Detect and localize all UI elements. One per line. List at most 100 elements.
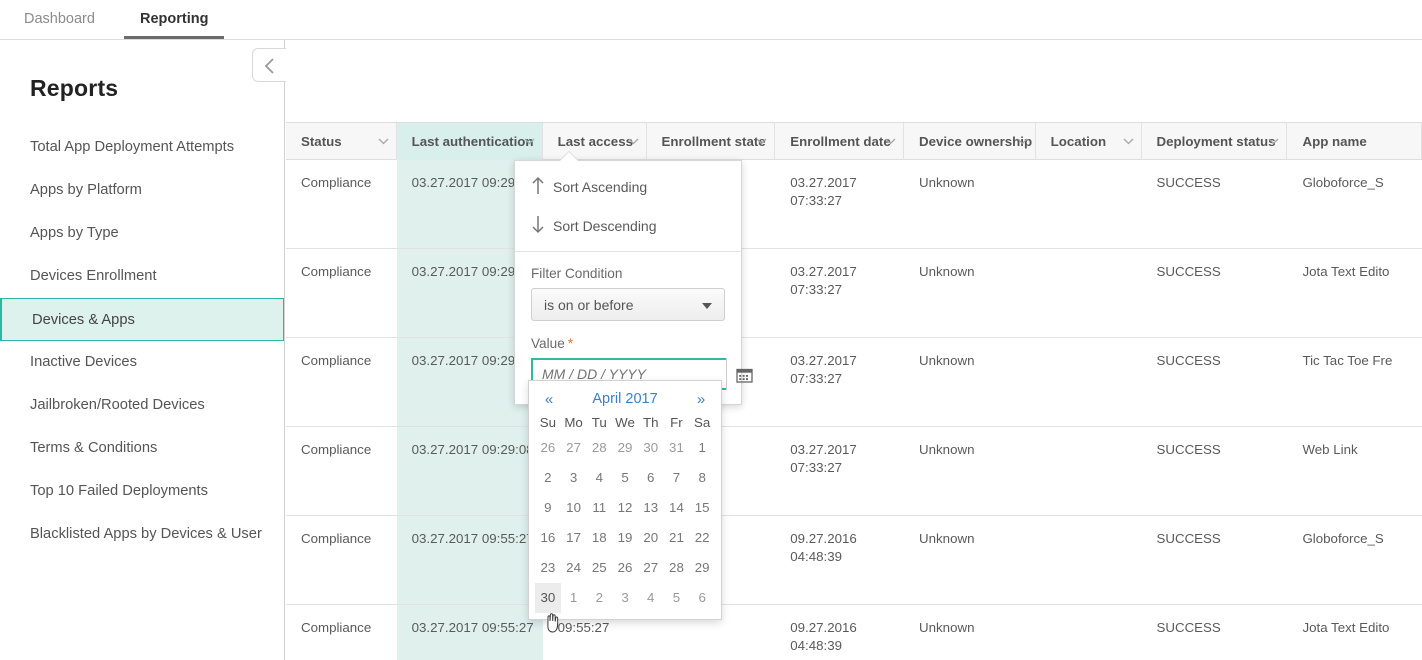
sidebar-item-jailbroken-rooted-devices[interactable]: Jailbroken/Rooted Devices: [0, 384, 284, 427]
column-header-status[interactable]: Status: [286, 123, 397, 160]
day-cell[interactable]: 2: [586, 583, 612, 613]
filter-condition-select[interactable]: is on or before: [531, 288, 725, 321]
day-cell[interactable]: 19: [612, 523, 638, 553]
prev-month-button[interactable]: «: [539, 391, 559, 408]
day-cell[interactable]: 5: [612, 463, 638, 493]
column-header-enrollment-date[interactable]: Enrollment date: [775, 123, 904, 160]
chevron-down-icon[interactable]: [628, 138, 637, 144]
day-cell[interactable]: 16: [535, 523, 561, 553]
sidebar-item-apps-by-platform[interactable]: Apps by Platform: [0, 169, 284, 212]
dow-mo: Mo: [561, 415, 587, 430]
day-cell[interactable]: 18: [586, 523, 612, 553]
cell-deployment-status: SUCCESS: [1142, 338, 1288, 426]
value-label-text: Value: [531, 336, 565, 351]
cell-app-name: Globoforce_S: [1287, 516, 1422, 604]
column-header-last-authentication[interactable]: Last authentication: [397, 123, 543, 160]
sidebar-item-top-10-failed-deployments[interactable]: Top 10 Failed Deployments: [0, 470, 284, 513]
day-cell[interactable]: 15: [689, 493, 715, 523]
day-cell[interactable]: 11: [586, 493, 612, 523]
sidebar-item-total-app-deployment-attempts[interactable]: Total App Deployment Attempts: [0, 126, 284, 169]
sort-descending-label: Sort Descending: [553, 218, 657, 234]
tab-reporting[interactable]: Reporting: [124, 0, 224, 39]
filter-condition-value: is on or before: [544, 297, 634, 313]
chevron-down-icon[interactable]: [1017, 138, 1026, 144]
calendar-toggle-button[interactable]: [726, 358, 727, 390]
day-cell[interactable]: 8: [689, 463, 715, 493]
sidebar-item-apps-by-type[interactable]: Apps by Type: [0, 212, 284, 255]
day-cell-hovered[interactable]: 30: [535, 583, 561, 613]
column-header-label: Status: [301, 134, 342, 149]
table-row[interactable]: Compliance 03.27.2017 09:29:08 03.27.201…: [286, 249, 1422, 338]
day-cell[interactable]: 7: [664, 463, 690, 493]
day-cell[interactable]: 2: [535, 463, 561, 493]
sidebar-item-blacklisted-apps-by-devices-and-user[interactable]: Blacklisted Apps by Devices & User: [0, 513, 284, 556]
day-cell[interactable]: 12: [612, 493, 638, 523]
day-cell[interactable]: 21: [664, 523, 690, 553]
day-cell[interactable]: 28: [586, 433, 612, 463]
day-cell[interactable]: 17: [561, 523, 587, 553]
table-header-row: Status Last authentication Last access: [286, 122, 1422, 160]
sidebar-item-devices-and-apps[interactable]: Devices & Apps: [0, 298, 284, 341]
date-picker-week: 2 3 4 5 6 7 8: [529, 463, 721, 493]
day-cell[interactable]: 26: [612, 553, 638, 583]
day-cell[interactable]: 10: [561, 493, 587, 523]
sidebar-item-terms-and-conditions[interactable]: Terms & Conditions: [0, 427, 284, 470]
sort-ascending-button[interactable]: Sort Ascending: [515, 167, 741, 206]
sidebar-collapse-button[interactable]: [252, 48, 286, 82]
table-row[interactable]: Compliance 03.27.2017 09:55:27 09:55:27 …: [286, 605, 1422, 660]
column-header-last-access[interactable]: Last access: [543, 123, 647, 160]
day-cell[interactable]: 24: [561, 553, 587, 583]
chevron-down-icon[interactable]: [524, 138, 533, 144]
chevron-down-icon[interactable]: [1268, 138, 1277, 144]
sidebar-item-inactive-devices[interactable]: Inactive Devices: [0, 341, 284, 384]
table-row[interactable]: Compliance 03.27.2017 09:55:27 09.27.201…: [286, 516, 1422, 605]
day-cell[interactable]: 26: [535, 433, 561, 463]
day-cell[interactable]: 6: [638, 463, 664, 493]
day-cell[interactable]: 9: [535, 493, 561, 523]
day-cell[interactable]: 3: [561, 463, 587, 493]
column-header-deployment-status[interactable]: Deployment status: [1142, 123, 1288, 160]
day-cell[interactable]: 20: [638, 523, 664, 553]
day-cell[interactable]: 13: [638, 493, 664, 523]
day-cell[interactable]: 1: [561, 583, 587, 613]
day-cell[interactable]: 4: [638, 583, 664, 613]
cell-status: Compliance: [286, 160, 397, 248]
column-header-app-name[interactable]: App name: [1287, 123, 1422, 160]
day-cell[interactable]: 23: [535, 553, 561, 583]
next-month-button[interactable]: »: [691, 391, 711, 408]
column-header-label: Enrollment state: [662, 134, 766, 149]
table-row[interactable]: Compliance 03.27.2017 09:29:08 03.27.201…: [286, 427, 1422, 516]
chevron-down-icon[interactable]: [1123, 138, 1132, 144]
cell-device-ownership: Unknown: [904, 516, 1036, 604]
day-cell[interactable]: 4: [586, 463, 612, 493]
day-cell[interactable]: 3: [612, 583, 638, 613]
chevron-down-icon[interactable]: [756, 138, 765, 144]
day-cell[interactable]: 6: [689, 583, 715, 613]
chevron-down-icon[interactable]: [378, 138, 387, 144]
sidebar-item-devices-enrollment[interactable]: Devices Enrollment: [0, 255, 284, 298]
report-main-area: Status Last authentication Last access: [286, 40, 1422, 660]
day-cell[interactable]: 31: [664, 433, 690, 463]
date-picker-title[interactable]: April 2017: [559, 391, 691, 407]
day-cell[interactable]: 30: [638, 433, 664, 463]
day-cell[interactable]: 29: [689, 553, 715, 583]
column-header-enrollment-state[interactable]: Enrollment state: [647, 123, 776, 160]
day-cell[interactable]: 27: [561, 433, 587, 463]
chevron-down-icon[interactable]: [885, 138, 894, 144]
day-cell[interactable]: 14: [664, 493, 690, 523]
day-cell[interactable]: 27: [638, 553, 664, 583]
cell-device-ownership: Unknown: [904, 249, 1036, 337]
tab-dashboard[interactable]: Dashboard: [8, 0, 111, 39]
sort-descending-button[interactable]: Sort Descending: [515, 206, 741, 245]
table-row[interactable]: Compliance 03.27.2017 09:29:08 03.27.201…: [286, 160, 1422, 249]
day-cell[interactable]: 29: [612, 433, 638, 463]
day-cell[interactable]: 1: [689, 433, 715, 463]
table-row[interactable]: Compliance 03.27.2017 09:29:08 03.27.201…: [286, 338, 1422, 427]
column-header-location[interactable]: Location: [1036, 123, 1142, 160]
day-cell[interactable]: 5: [664, 583, 690, 613]
day-cell[interactable]: 22: [689, 523, 715, 553]
day-cell[interactable]: 25: [586, 553, 612, 583]
day-cell[interactable]: 28: [664, 553, 690, 583]
column-header-device-ownership[interactable]: Device ownership: [904, 123, 1036, 160]
mouse-cursor: [544, 611, 564, 640]
